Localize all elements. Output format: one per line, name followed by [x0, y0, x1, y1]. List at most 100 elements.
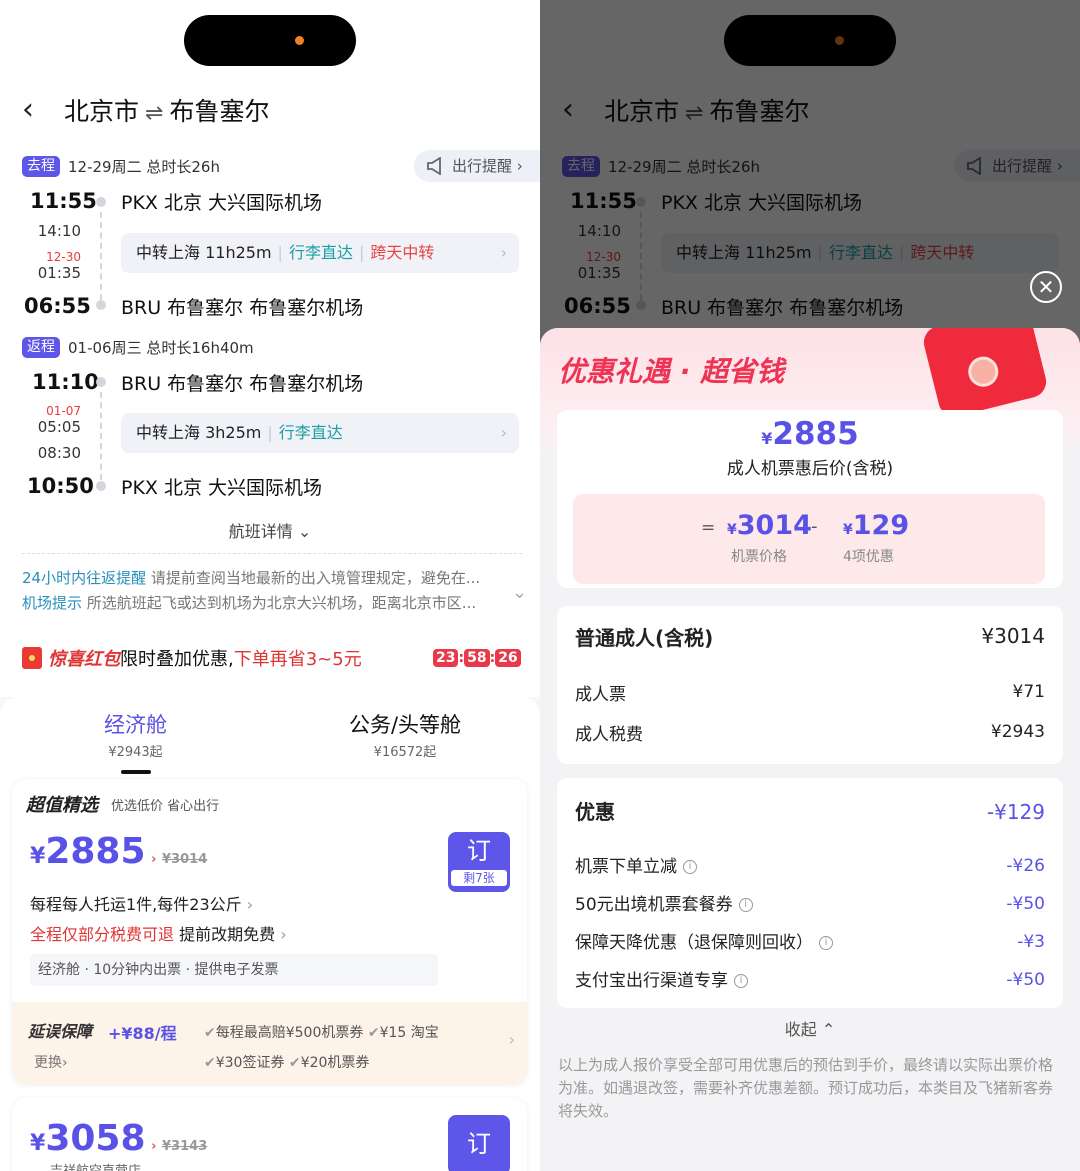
- tax-value: ¥2943: [990, 722, 1045, 742]
- countdown-m: 58: [464, 649, 490, 667]
- fare-badge: 超值精选: [26, 795, 98, 816]
- adult-total: ¥3014: [981, 624, 1045, 648]
- book-button[interactable]: 订 剩7张: [448, 832, 510, 892]
- back-arrow-icon[interactable]: ‹: [22, 95, 46, 126]
- outbound-dep-time: 11:55: [30, 189, 97, 213]
- discount-item-value: -¥50: [1006, 894, 1045, 914]
- inbound-transfer: 中转上海 3h25m: [136, 423, 262, 442]
- ins-item: ¥30签证券: [215, 1055, 285, 1071]
- tab-business[interactable]: 公务/头等舱 ¥16572起: [335, 709, 475, 760]
- tab-economy-price: ¥2943起: [108, 745, 163, 760]
- fare-sub: 优选低价 省心出行: [111, 799, 220, 814]
- currency: ¥: [761, 429, 773, 448]
- discount-item: 支付宝出行渠道专享 i: [575, 966, 748, 991]
- price-formula: = ¥3014 机票价格 - ¥129 4项优惠: [573, 494, 1045, 584]
- fare-card[interactable]: ¥3058 › ¥3143 吉祥航空直营店 订: [12, 1098, 527, 1171]
- baggage-info[interactable]: 每程每人托运1件,每件23公斤 ›: [30, 891, 253, 915]
- swap-icon: ⇌: [145, 101, 164, 126]
- chevron-up-icon: ⌃: [821, 1020, 836, 1039]
- redpacket-desc: 限时叠加优惠,: [120, 649, 234, 670]
- ins-change-label: 更换: [34, 1055, 62, 1071]
- outbound-overnight: 跨天中转: [370, 243, 435, 262]
- discount-item-value: -¥26: [1006, 856, 1045, 876]
- ins-item: ¥15 淘宝: [379, 1025, 439, 1041]
- check-icon: ✔: [204, 1025, 216, 1041]
- tip-airport[interactable]: 机场提示 所选航班起飞或达到机场为北京大兴机场，距离北京市区...: [22, 592, 504, 613]
- timeline-dot: [96, 300, 106, 310]
- discount-title: 优惠: [575, 800, 615, 824]
- discount-item-value: -¥50: [1006, 970, 1045, 990]
- adult-fare-box: 普通成人(含税) ¥3014 成人票 ¥71 成人税费 ¥2943: [557, 606, 1063, 764]
- inbound-info: 01-06周三 总时长16h40m: [68, 339, 254, 357]
- base-price-label: 机票价格: [731, 549, 787, 565]
- check-icon: ✔: [288, 1055, 301, 1071]
- final-price-box: ¥2885 成人机票惠后价(含税) = ¥3014 机票价格 - ¥129 4项…: [557, 410, 1063, 588]
- inbound-transfer-row[interactable]: 中转上海 3h25m | 行李直达 ›: [121, 413, 519, 453]
- fare-orig-price: ¥3014: [162, 852, 208, 867]
- inbound-arr-time: 10:50: [27, 474, 94, 498]
- tip-label: 24小时内往返提醒: [22, 569, 147, 587]
- info-icon[interactable]: i: [683, 860, 697, 874]
- travel-reminder-button[interactable]: 出行提醒 ›: [414, 150, 540, 182]
- inbound-mid-arr: 05:05: [37, 418, 81, 436]
- redpacket-text: 惊喜红包限时叠加优惠,下单再省3~5元: [48, 645, 362, 671]
- inbound-dep-time: 11:10: [32, 370, 99, 394]
- fare-features: 经济舱 · 10分钟内出票 · 提供电子发票: [30, 954, 438, 986]
- tab-business-label: 公务/头等舱: [348, 713, 462, 737]
- chevron-right-icon: ›: [280, 925, 287, 944]
- discount-item: 机票下单立减 i: [575, 852, 697, 877]
- chevron-right-icon: ›: [500, 423, 507, 442]
- close-icon[interactable]: ✕: [1030, 271, 1062, 303]
- inbound-header: 返程 01-06周三 总时长16h40m: [22, 337, 254, 358]
- tab-economy[interactable]: 经济舱 ¥2943起: [88, 709, 183, 774]
- info-icon[interactable]: i: [819, 936, 833, 950]
- countdown-s: 26: [495, 649, 521, 667]
- ins-items-2: ✔¥30签证券 ✔¥20机票券: [204, 1052, 369, 1072]
- outbound-arr-time: 06:55: [24, 294, 91, 318]
- collapse-label: 收起: [784, 1020, 817, 1039]
- discount-amount-value: 129: [852, 510, 910, 541]
- refund-info[interactable]: 全程仅部分税费可退 提前改期免费 ›: [30, 921, 287, 945]
- ins-item: 每程最高赔¥500机票券: [215, 1025, 364, 1041]
- fare-card[interactable]: 超值精选 优选低价 省心出行 ¥2885 › ¥3014 订 剩7张 每程每人托…: [12, 779, 527, 1084]
- timeline-dot: [96, 481, 106, 491]
- red-envelope-icon: [22, 647, 42, 669]
- route-title: 北京市⇌布鲁塞尔: [64, 92, 269, 134]
- chevron-right-icon: ›: [508, 1030, 515, 1049]
- route-from: 北京市: [64, 97, 140, 126]
- ins-change[interactable]: 更换›: [34, 1052, 68, 1072]
- outbound-info: 12-29周二 总时长26h: [68, 158, 220, 176]
- inbound-arr-place: PKX 北京 大兴国际机场: [121, 477, 323, 499]
- fare-price: ¥2885 › ¥3014: [30, 831, 207, 872]
- book-button[interactable]: 订: [448, 1115, 510, 1171]
- chevron-right-icon: ›: [151, 852, 157, 867]
- redpacket-save: 下单再省3~5元: [233, 649, 362, 670]
- outbound-header: 去程 12-29周二 总时长26h: [22, 156, 220, 177]
- tip-text: 请提前查阅当地最新的出入境管理规定，避免在...: [150, 569, 481, 587]
- discount-item-value: -¥3: [1017, 932, 1045, 952]
- megaphone-icon: [427, 157, 441, 175]
- ticket-value: ¥71: [1012, 682, 1045, 702]
- outbound-transfer-row[interactable]: 中转上海 11h25m | 行李直达 | 跨天中转 ›: [121, 233, 519, 273]
- inbound-tag: 返程: [22, 337, 60, 358]
- flight-detail-link[interactable]: 航班详情 ⌄: [0, 518, 540, 542]
- discount-sheet: 优惠礼遇 · 超省钱 ¥2885 成人机票惠后价(含税) = ¥3014 机票价…: [540, 328, 1080, 1171]
- discount-item-label: 保障天降优惠（退保障则回收）: [575, 933, 813, 953]
- outbound-mid-dep: 01:35: [37, 264, 81, 282]
- redpacket-banner[interactable]: 惊喜红包限时叠加优惠,下单再省3~5元 23:58:26: [10, 632, 530, 682]
- tax-label: 成人税费: [575, 725, 643, 745]
- baggage-text: 每程每人托运1件,每件23公斤: [30, 895, 242, 914]
- chevron-down-icon[interactable]: ⌄: [512, 582, 527, 603]
- book-label: 订: [467, 1130, 491, 1158]
- tip-label: 机场提示: [22, 594, 83, 612]
- inbound-mid-date: 01-07: [46, 404, 81, 418]
- info-icon[interactable]: i: [734, 974, 748, 988]
- tip-roundtrip[interactable]: 24小时内往返提醒 请提前查阅当地最新的出入境管理规定，避免在...: [22, 567, 504, 588]
- tab-economy-label: 经济舱: [104, 713, 167, 737]
- outbound-transfer: 中转上海 11h25m: [136, 243, 272, 262]
- ins-price: +¥88/程: [108, 1024, 177, 1043]
- collapse-button[interactable]: 收起 ⌃: [540, 1016, 1080, 1040]
- insurance-row[interactable]: 延误保障 +¥88/程 更换› ✔每程最高赔¥500机票券 ✔¥15 淘宝 ✔¥…: [12, 1002, 527, 1084]
- info-icon[interactable]: i: [738, 898, 753, 912]
- outbound-mid-date: 12-30: [46, 250, 81, 264]
